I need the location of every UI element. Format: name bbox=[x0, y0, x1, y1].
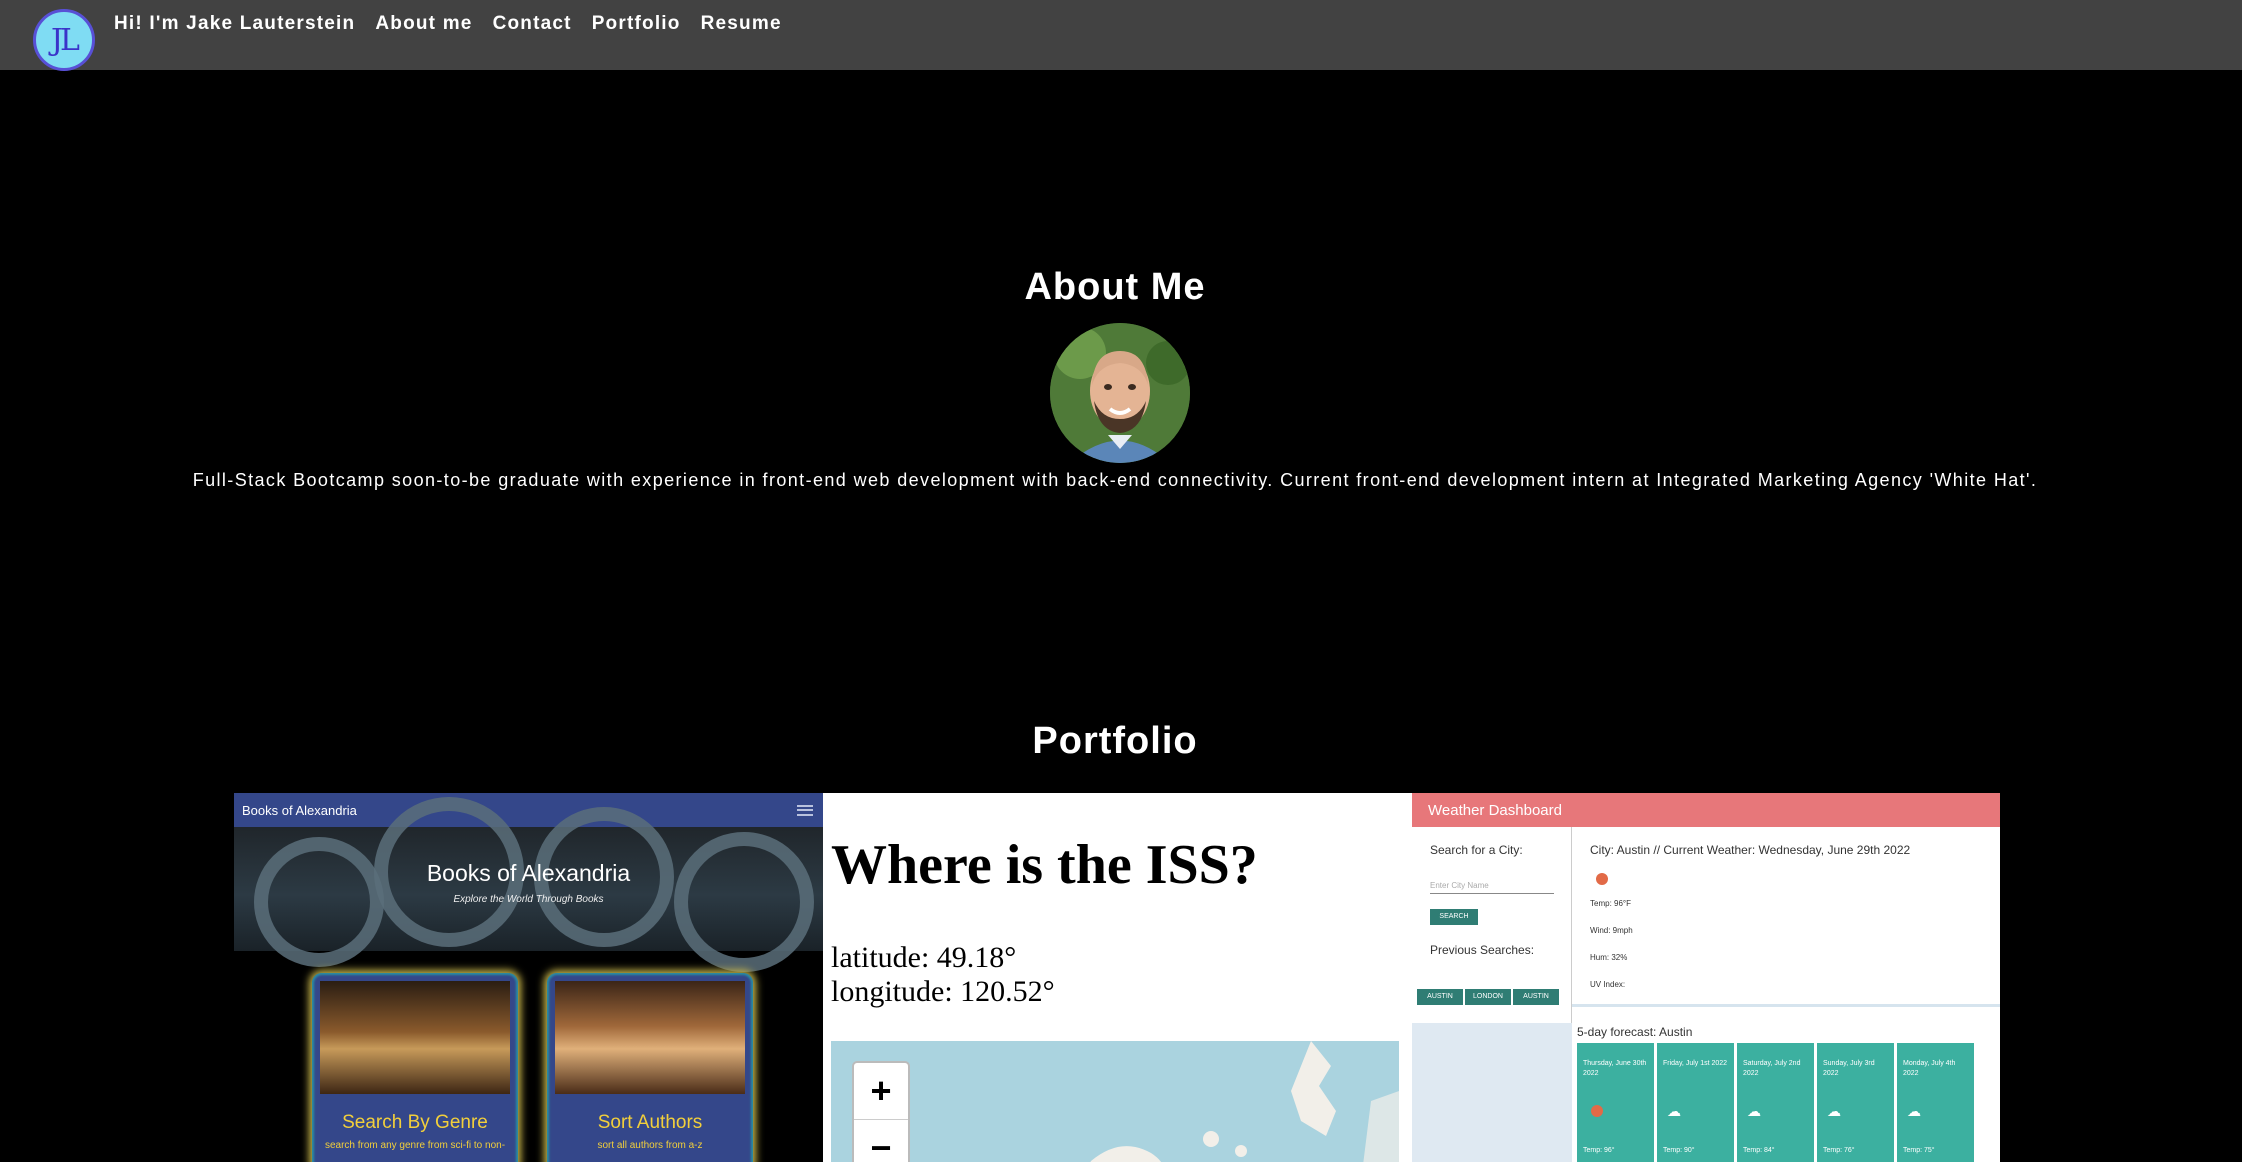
nav-link-resume[interactable]: Resume bbox=[701, 11, 782, 37]
library-image bbox=[320, 981, 510, 1094]
previous-search-button[interactable]: AUSTIN bbox=[1417, 989, 1463, 1005]
logo-text: JL bbox=[51, 22, 80, 58]
weather-search-panel: Search for a City: Enter City Name SEARC… bbox=[1412, 827, 1572, 1023]
portfolio-title: Portfolio bbox=[1032, 720, 1198, 762]
zoom-out-button[interactable]: − bbox=[854, 1120, 908, 1162]
current-hum: Hum: 32% bbox=[1590, 953, 1628, 962]
tile-desc: sort all authors from a-z bbox=[597, 1140, 703, 1151]
previous-search-button[interactable]: LONDON bbox=[1465, 989, 1511, 1005]
sun-icon bbox=[1591, 1105, 1603, 1117]
iss-longitude: longitude: 120.52° bbox=[831, 975, 1055, 1008]
previous-searches-label: Previous Searches: bbox=[1430, 943, 1535, 957]
iss-title: Where is the ISS? bbox=[831, 834, 1258, 896]
iss-latitude: latitude: 49.18° bbox=[831, 941, 1017, 974]
nav-link-about[interactable]: About me bbox=[375, 11, 472, 37]
forecast-card: Friday, July 1st 2022 ☁ Temp: 90° bbox=[1657, 1043, 1734, 1162]
books-hero: Books of Alexandria Explore the World Th… bbox=[234, 797, 823, 972]
cloud-icon: ☁ bbox=[1827, 1103, 1841, 1119]
about-title: About Me bbox=[1024, 266, 1206, 308]
nav-link-contact[interactable]: Contact bbox=[493, 11, 572, 37]
library-image bbox=[555, 981, 745, 1094]
forecast-temp: Temp: 75° bbox=[1903, 1147, 1935, 1154]
map-zoom-control: + − bbox=[852, 1061, 910, 1162]
forecast-card: Sunday, July 3rd 2022 ☁ Temp: 76° bbox=[1817, 1043, 1894, 1162]
cloud-icon: ☁ bbox=[1667, 1103, 1681, 1119]
portfolio-card-weather[interactable]: Weather Dashboard Search for a City: Ent… bbox=[1412, 793, 2000, 1162]
forecast-card: Saturday, July 2nd 2022 ☁ Temp: 84° bbox=[1737, 1043, 1814, 1162]
cloud-icon: ☁ bbox=[1747, 1103, 1761, 1119]
forecast-temp: Temp: 96° bbox=[1583, 1147, 1615, 1154]
avatar bbox=[1050, 323, 1190, 463]
forecast-card: Monday, July 4th 2022 ☁ Temp: 75° bbox=[1897, 1043, 1974, 1162]
current-wind: Wind: 9mph bbox=[1590, 926, 1633, 935]
forecast-day: Saturday, July 2nd 2022 bbox=[1743, 1060, 1801, 1077]
tile-title: Search By Genre bbox=[342, 1112, 488, 1133]
current-weather-heading: City: Austin // Current Weather: Wednesd… bbox=[1590, 843, 1911, 857]
current-uv: UV Index: bbox=[1590, 980, 1626, 989]
sun-icon bbox=[1596, 873, 1608, 885]
forecast-day: Thursday, June 30th 2022 bbox=[1583, 1060, 1647, 1077]
tile-desc: search from any genre from sci-fi to non… bbox=[324, 1140, 506, 1151]
forecast-title: 5-day forecast: Austin bbox=[1577, 1025, 1693, 1039]
top-navbar: JL Hi! I'm Jake Lauterstein About me Con… bbox=[0, 0, 2242, 71]
books-tile-genre[interactable]: Search By Genre search from any genre fr… bbox=[312, 973, 518, 1162]
portfolio-card-books[interactable]: Books of Alexandria Books of Alexandria … bbox=[234, 793, 823, 1162]
books-hero-tagline: Explore the World Through Books bbox=[453, 894, 604, 905]
forecast-day: Friday, July 1st 2022 bbox=[1663, 1060, 1728, 1067]
hamburger-menu-icon[interactable] bbox=[797, 804, 813, 816]
books-app-name: Books of Alexandria bbox=[242, 802, 357, 818]
logo-icon[interactable]: JL bbox=[33, 9, 95, 71]
tile-title: Sort Authors bbox=[597, 1112, 703, 1133]
city-search-input[interactable]: Enter City Name bbox=[1430, 881, 1554, 894]
books-navbar: Books of Alexandria bbox=[234, 793, 823, 827]
nav-link-home[interactable]: Hi! I'm Jake Lauterstein bbox=[114, 11, 355, 37]
nav-links: Hi! I'm Jake Lauterstein About me Contac… bbox=[114, 11, 802, 37]
weather-header: Weather Dashboard bbox=[1412, 793, 2000, 827]
books-tile-authors[interactable]: Sort Authors sort all authors from a-z bbox=[547, 973, 753, 1162]
forecast-temp: Temp: 84° bbox=[1743, 1147, 1775, 1154]
current-weather-panel: City: Austin // Current Weather: Wednesd… bbox=[1572, 827, 2000, 1007]
current-temp: Temp: 96°F bbox=[1590, 899, 1631, 908]
nav-link-portfolio[interactable]: Portfolio bbox=[592, 11, 681, 37]
map-islands-icon bbox=[1090, 1041, 1399, 1162]
search-label: Search for a City: bbox=[1430, 843, 1523, 857]
forecast-day: Monday, July 4th 2022 bbox=[1903, 1060, 1956, 1077]
forecast-temp: Temp: 90° bbox=[1663, 1147, 1695, 1154]
cloud-icon: ☁ bbox=[1907, 1103, 1921, 1119]
avatar-portrait-icon bbox=[1050, 323, 1190, 463]
forecast-card: Thursday, June 30th 2022 Temp: 96° bbox=[1577, 1043, 1654, 1162]
zoom-in-button[interactable]: + bbox=[854, 1063, 908, 1119]
forecast-day: Sunday, July 3rd 2022 bbox=[1823, 1060, 1875, 1077]
about-bio: Full-Stack Bootcamp soon-to-be graduate … bbox=[192, 470, 2038, 490]
books-hero-title: Books of Alexandria bbox=[426, 860, 631, 886]
forecast-temp: Temp: 76° bbox=[1823, 1147, 1855, 1154]
previous-search-button[interactable]: AUSTIN bbox=[1513, 989, 1559, 1005]
search-button[interactable]: SEARCH bbox=[1430, 909, 1478, 925]
portfolio-card-iss[interactable]: Where is the ISS? latitude: 49.18° longi… bbox=[823, 793, 1412, 1162]
iss-map[interactable] bbox=[831, 1041, 1399, 1162]
weather-sidebar: Search for a City: Enter City Name SEARC… bbox=[1412, 827, 1572, 1162]
